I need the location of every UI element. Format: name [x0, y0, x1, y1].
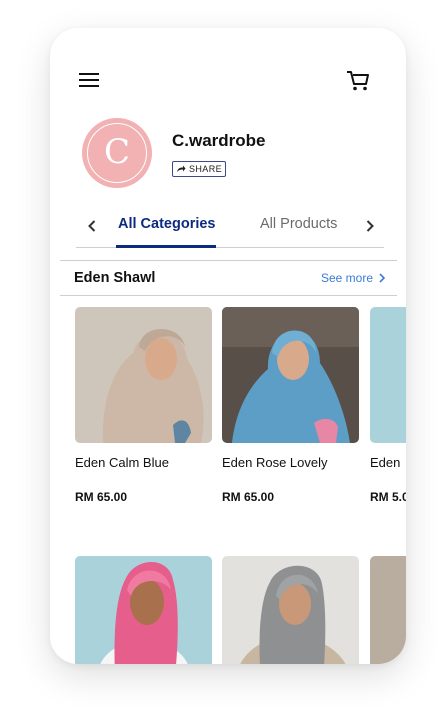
- active-tab-indicator: [116, 245, 216, 248]
- logo-letter: C: [103, 132, 130, 172]
- store-name: C.wardrobe: [172, 131, 266, 150]
- store-profile: C C.wardrobe SHARE: [82, 118, 382, 188]
- see-more-link[interactable]: See more: [321, 271, 385, 285]
- chevron-left-icon[interactable]: [82, 216, 102, 236]
- share-arrow-icon: [176, 165, 186, 172]
- tab-all-products[interactable]: All Products: [260, 216, 337, 232]
- product-image: [75, 556, 212, 664]
- product-price: RM 65.00: [222, 490, 275, 504]
- product-price: RM 65.00: [75, 490, 128, 504]
- product-card[interactable]: [222, 556, 359, 664]
- product-card[interactable]: [370, 556, 406, 664]
- hamburger-menu-icon[interactable]: [76, 68, 102, 92]
- product-image: [222, 556, 359, 664]
- section-title: Eden Shawl: [74, 270, 156, 286]
- see-more-label: See more: [320, 271, 373, 285]
- product-image: [75, 307, 212, 443]
- phone-frame: C C.wardrobe SHARE All Categories All Pr…: [50, 28, 406, 664]
- product-card[interactable]: Eden Rose Lovely RM 65.00: [222, 307, 359, 504]
- section-header: Eden Shawl See more: [60, 260, 397, 296]
- product-name: Eden: [370, 455, 401, 470]
- store-logo: C: [82, 118, 152, 188]
- product-card[interactable]: Eden RM 5.0: [370, 307, 406, 504]
- product-name: Eden Calm Blue: [75, 455, 169, 470]
- product-image: [222, 307, 359, 443]
- product-name: Eden Rose Lovely: [222, 455, 328, 470]
- shopping-cart-icon[interactable]: [344, 68, 372, 94]
- category-tabs: All Categories All Products: [76, 208, 384, 248]
- product-price: RM 5.0: [370, 490, 406, 504]
- product-card[interactable]: [75, 556, 212, 664]
- chevron-right-icon[interactable]: [360, 216, 380, 236]
- tab-all-categories[interactable]: All Categories: [118, 216, 216, 232]
- product-card[interactable]: Eden Calm Blue RM 65.00: [75, 307, 212, 504]
- share-label: SHARE: [188, 164, 222, 174]
- product-image: [370, 307, 406, 443]
- product-image: [370, 556, 406, 664]
- share-button[interactable]: SHARE: [172, 161, 226, 177]
- chevron-right-small-icon: [379, 273, 385, 283]
